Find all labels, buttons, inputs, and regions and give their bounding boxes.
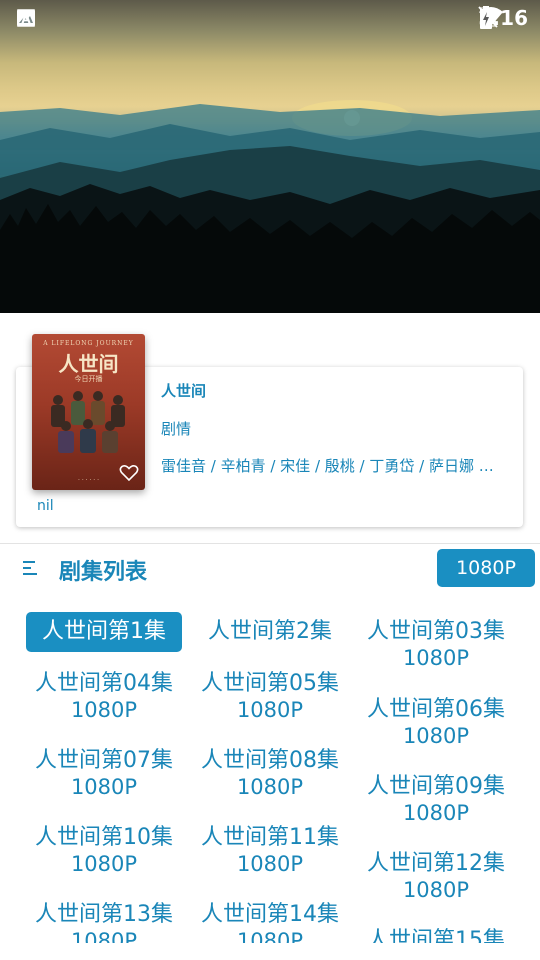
episode-item[interactable]: 人世间第2集 <box>187 619 353 645</box>
episode-quality: 1080P <box>402 801 470 825</box>
episode-item[interactable]: 人世间第14集 1080P <box>187 902 353 943</box>
poster-people-illustration <box>51 391 125 453</box>
show-poster[interactable]: A LIFELONG JOURNEY 人世间 今日开播 · · · · · · <box>32 334 145 490</box>
sunrise-landscape <box>0 100 540 313</box>
episode-item[interactable]: 人世间第09集 1080P <box>353 774 519 826</box>
episode-item[interactable]: 人世间第03集 1080P <box>353 619 519 671</box>
video-player[interactable]: A 5:16 <box>0 0 540 313</box>
favorite-heart-icon[interactable] <box>119 464 139 482</box>
episode-title: 人世间第2集 <box>208 619 332 644</box>
episode-title: 人世间第12集 <box>367 851 505 876</box>
episode-item[interactable]: 人世间第13集 1080P <box>21 902 187 943</box>
episode-item[interactable]: 人世间第04集 1080P <box>21 671 187 723</box>
episode-title: 人世间第1集 <box>42 619 166 644</box>
episode-item[interactable]: 人世间第05集 1080P <box>187 671 353 723</box>
episode-title: 人世间第10集 <box>35 825 173 850</box>
episode-grid: 人世间第1集 人世间第2集 人世间第03集 1080P 人世间第04集 1080… <box>0 600 540 943</box>
episode-quality: 1080P <box>70 698 138 722</box>
battery-charging-icon <box>480 6 493 29</box>
episode-quality: 1080P <box>236 852 304 876</box>
episode-title: 人世间第08集 <box>201 748 339 773</box>
show-cast: 雷佳音 / 辛柏青 / 宋佳 / 殷桃 / 丁勇岱 / 萨日娜 / ... <box>161 457 496 475</box>
poster-cn-title: 人世间 <box>58 352 119 376</box>
episode-quality: 1080P <box>236 929 304 943</box>
episode-list-title: 剧集列表 <box>59 560 148 585</box>
poster-en-title: A LIFELONG JOURNEY <box>43 340 134 347</box>
svg-text:A: A <box>21 12 31 26</box>
episode-title: 人世间第06集 <box>367 697 505 722</box>
episode-item[interactable]: 人世间第1集 <box>26 612 182 652</box>
show-extra: nil <box>37 498 54 514</box>
show-title: 人世间 <box>161 382 207 400</box>
episode-quality: 1080P <box>402 878 470 902</box>
episode-item[interactable]: 人世间第10集 1080P <box>21 825 187 877</box>
status-bar: A 5:16 <box>0 0 540 36</box>
episode-item[interactable]: 人世间第15集 <box>353 928 519 943</box>
episode-quality: 1080P <box>70 929 138 943</box>
episode-title: 人世间第13集 <box>35 902 173 927</box>
episode-title: 人世间第03集 <box>367 619 505 644</box>
episode-title: 人世间第15集 <box>367 928 505 943</box>
list-menu-icon <box>23 561 37 575</box>
episode-quality: 1080P <box>70 775 138 799</box>
episode-item[interactable]: 人世间第12集 1080P <box>353 851 519 903</box>
episode-item[interactable]: 人世间第11集 1080P <box>187 825 353 877</box>
show-genre: 剧情 <box>161 420 192 438</box>
episode-quality: 1080P <box>402 646 470 670</box>
episode-quality: 1080P <box>236 698 304 722</box>
quality-select-button[interactable]: 1080P <box>437 549 535 587</box>
font-icon: A <box>17 9 35 27</box>
episode-item[interactable]: 人世间第06集 1080P <box>353 697 519 749</box>
episode-title: 人世间第11集 <box>201 825 339 850</box>
episode-quality: 1080P <box>236 775 304 799</box>
episode-item[interactable]: 人世间第08集 1080P <box>187 748 353 800</box>
poster-subtitle: 今日开播 <box>74 375 103 383</box>
episode-quality: 1080P <box>402 724 470 748</box>
episode-title: 人世间第09集 <box>367 774 505 799</box>
episode-title: 人世间第14集 <box>201 902 339 927</box>
episode-item[interactable]: 人世间第07集 1080P <box>21 748 187 800</box>
episode-title: 人世间第07集 <box>35 748 173 773</box>
episode-quality: 1080P <box>70 852 138 876</box>
episode-title: 人世间第04集 <box>35 671 173 696</box>
section-divider <box>0 543 540 544</box>
episode-title: 人世间第05集 <box>201 671 339 696</box>
